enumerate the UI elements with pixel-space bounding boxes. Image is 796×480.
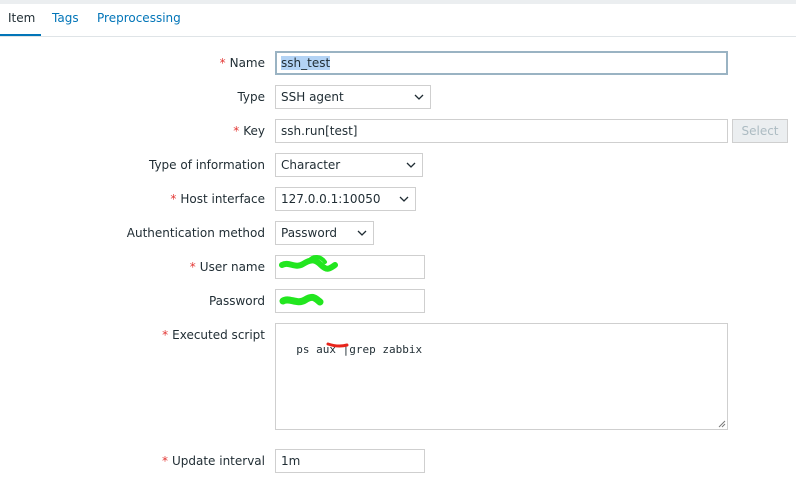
authentication-method-select[interactable]: Password [275, 221, 374, 245]
chevron-down-icon [414, 94, 424, 100]
type-of-information-label: Type of information [148, 158, 265, 172]
key-label: * Key [233, 124, 265, 138]
key-input-value: ssh.run[test] [281, 124, 358, 138]
type-label: Type [237, 90, 265, 104]
required-marker: * [161, 454, 168, 468]
type-select-value: SSH agent [281, 90, 344, 104]
key-input[interactable]: ssh.run[test] [275, 119, 728, 143]
resize-handle-icon[interactable] [717, 419, 726, 428]
executed-script-value: ps aux |grep zabbix [296, 343, 423, 356]
type-of-information-select[interactable]: Character [275, 153, 423, 177]
host-interface-value: 127.0.0.1:10050 [281, 192, 381, 206]
type-of-information-value: Character [281, 158, 341, 172]
select-key-button[interactable]: Select [732, 119, 788, 143]
tab-tags[interactable]: Tags [52, 11, 79, 25]
user-name-label: * User name [189, 260, 265, 274]
chevron-down-icon [357, 230, 367, 236]
required-marker: * [233, 124, 240, 138]
type-select[interactable]: SSH agent [275, 85, 431, 109]
tab-bar: Item Tags Preprocessing [0, 4, 796, 37]
tab-preprocessing[interactable]: Preprocessing [97, 11, 181, 25]
required-marker: * [219, 56, 226, 70]
tab-item[interactable]: Item [8, 11, 35, 25]
name-label: * Name [219, 56, 265, 70]
name-input-value: ssh_test [281, 56, 331, 70]
host-interface-select[interactable]: 127.0.0.1:10050 [275, 187, 416, 211]
executed-script-label: * Executed script [162, 328, 265, 342]
chevron-down-icon [406, 162, 416, 168]
active-tab-indicator [0, 34, 41, 36]
host-interface-label: * Host interface [170, 192, 265, 206]
redaction-scribble [279, 293, 324, 306]
password-label: Password [208, 294, 265, 308]
required-marker: * [170, 192, 177, 206]
update-interval-label: * Update interval [161, 454, 265, 468]
name-input[interactable]: ssh_test [275, 51, 728, 75]
annotation-underline [326, 342, 349, 348]
update-interval-input[interactable]: 1m [275, 449, 425, 473]
update-interval-value: 1m [281, 454, 301, 468]
required-marker: * [189, 260, 196, 274]
required-marker: * [162, 328, 169, 342]
authentication-method-label: Authentication method [126, 226, 265, 240]
chevron-down-icon [399, 196, 409, 202]
authentication-method-value: Password [281, 226, 338, 240]
redaction-scribble [279, 255, 338, 272]
